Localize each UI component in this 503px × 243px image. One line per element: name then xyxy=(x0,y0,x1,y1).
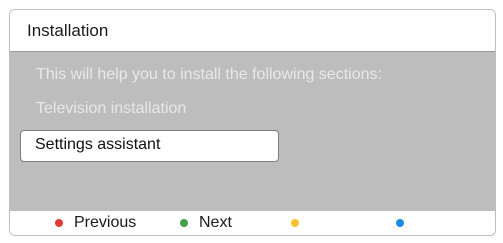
tv-menu-screen: Installation This will help you to insta… xyxy=(0,0,503,243)
menu-item-television-installation[interactable]: Television installation xyxy=(36,100,186,118)
green-dot-icon xyxy=(180,219,188,227)
title-bar: Installation xyxy=(10,10,495,52)
menu-item-label: Settings assistant xyxy=(35,136,161,153)
previous-label: Previous xyxy=(74,214,137,231)
intro-text: This will help you to install the follow… xyxy=(36,66,382,83)
color-key-bar: Previous Next xyxy=(10,211,495,235)
blue-dot-icon xyxy=(396,219,404,227)
yellow-dot-icon xyxy=(291,219,299,227)
content-panel: This will help you to install the follow… xyxy=(10,52,495,211)
next-label: Next xyxy=(199,214,232,231)
menu-item-settings-assistant[interactable]: Settings assistant xyxy=(20,130,279,162)
red-dot-icon xyxy=(55,219,63,227)
dialog-title: Installation xyxy=(27,21,109,40)
installation-dialog: Installation This will help you to insta… xyxy=(9,9,496,236)
